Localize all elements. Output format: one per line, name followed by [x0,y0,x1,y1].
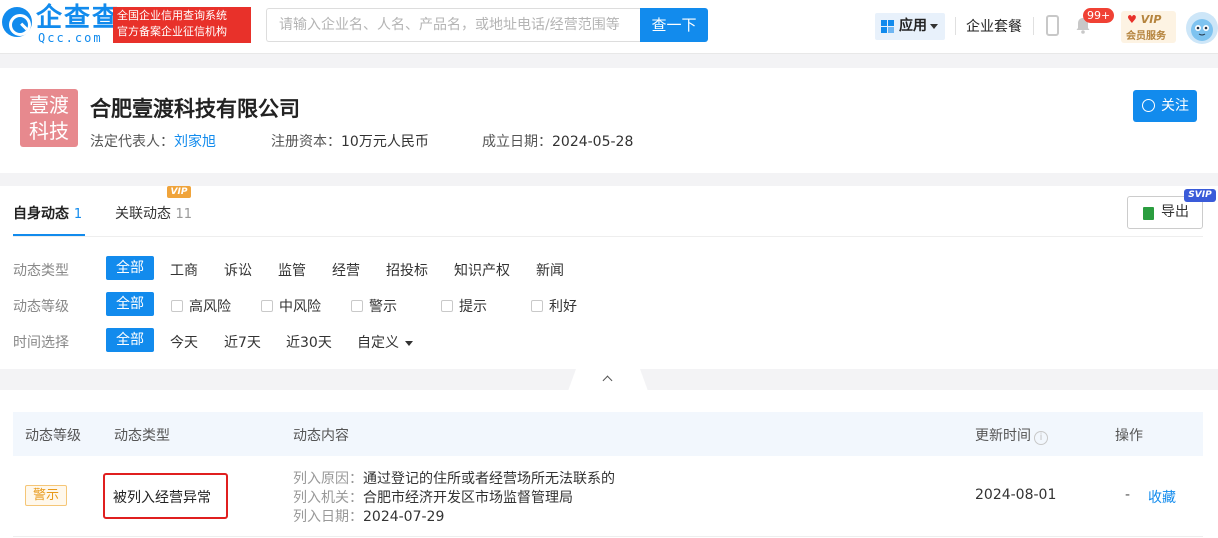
top-nav: 企查查 Qcc.com 全国企业信用查询系统 官方备案企业征信机构 查一下 应用… [0,0,1218,54]
filter-level-option[interactable]: 警示 [351,296,397,316]
vip-label: ♥ VIP [1127,13,1162,26]
apps-grid-icon [881,20,894,33]
filter-type-option[interactable]: 工商 [170,260,198,280]
founded-date: 成立日期：2024-05-28 [482,134,634,150]
filter-time-option[interactable]: 今天 [170,332,198,352]
table-header: 动态等级 动态类型 动态内容 更新时间 i 操作 [13,412,1203,456]
updated-time: 2024-08-01 [975,487,1057,503]
content-authority: 列入机关：合肥市经济开发区市场监督管理局 [293,490,573,506]
slogan-line-1: 全国企业信用查询系统 [117,9,227,22]
checkbox[interactable] [171,300,183,312]
filter-level-option[interactable]: 高风险 [171,296,231,316]
checkbox[interactable] [261,300,273,312]
column-header-level: 动态等级 [25,428,81,444]
checkbox[interactable] [441,300,453,312]
filter-type-all[interactable]: 全部 [106,256,154,280]
registered-capital: 注册资本：10万元人民币 [271,134,429,150]
package-link[interactable]: 企业套餐 [966,16,1022,36]
nav-divider [1033,17,1034,35]
filter-level-option[interactable]: 中风险 [261,296,321,316]
logo-subtext: Qcc.com [38,31,103,45]
content-reason: 列入原因：通过登记的住所或者经营场所无法联系的 [293,471,615,487]
filter-label-type: 动态类型 [13,263,69,279]
search-input[interactable] [267,9,641,41]
follow-icon [1142,99,1155,112]
logo-text[interactable]: 企查查 [36,4,120,32]
mobile-app-icon[interactable] [1046,15,1059,36]
filter-type-option[interactable]: 监管 [278,260,306,280]
column-header-updated[interactable]: 更新时间 i [975,425,1048,445]
company-name: 合肥壹渡科技有限公司 [90,97,300,121]
filter-type-option[interactable]: 诉讼 [224,260,252,280]
filter-time-custom[interactable]: 自定义 [357,332,413,352]
filter-time-option[interactable]: 近30天 [286,332,332,352]
vip-service-button[interactable]: ♥ VIP 会员服务 [1121,11,1176,43]
notification-badge: 99+ [1083,8,1115,23]
slogan-banner: 全国企业信用查询系统 官方备案企业征信机构 [113,7,251,43]
favorite-link[interactable]: 收藏 [1148,487,1176,507]
chevron-down-icon [930,23,938,29]
tabs-divider [13,236,1203,237]
legal-rep-link[interactable]: 刘家旭 [174,134,216,150]
vip-badge: VIP [167,186,191,198]
filter-time-all[interactable]: 全部 [106,328,154,352]
apps-button[interactable]: 应用 [875,13,945,40]
apps-label: 应用 [899,18,927,34]
checkbox[interactable] [351,300,363,312]
qcc-logo-icon[interactable] [2,7,32,37]
excel-icon [1143,207,1154,220]
action-separator: - [1125,487,1131,503]
filter-type-option[interactable]: 新闻 [536,260,564,280]
company-logo: 壹渡 科技 [20,89,78,147]
content-date: 列入日期：2024-07-29 [293,509,445,525]
filter-label-time: 时间选择 [13,335,69,351]
search-box [266,8,641,42]
dynamics-table: 动态等级 动态类型 动态内容 更新时间 i 操作 警示 被列入经营异常 列入原因：… [0,390,1218,538]
filter-level-option[interactable]: 利好 [531,296,577,316]
vip-sub-label: 会员服务 [1126,31,1166,42]
legal-representative: 法定代表人：刘家旭 [90,134,216,150]
search-button[interactable]: 查一下 [640,8,708,42]
filter-level-all[interactable]: 全部 [106,292,154,316]
collapse-filters-button[interactable] [568,369,648,391]
slogan-line-2: 官方备案企业征信机构 [117,25,227,38]
tab-related-dynamics[interactable]: 关联动态 11 [115,203,192,223]
info-icon[interactable]: i [1034,431,1048,445]
checkbox[interactable] [531,300,543,312]
svip-badge: SVIP [1184,189,1216,202]
avatar[interactable] [1186,12,1218,44]
column-header-content: 动态内容 [293,428,349,444]
level-badge: 警示 [25,485,67,506]
chevron-down-icon [405,340,413,346]
follow-label: 关注 [1161,98,1189,114]
tab-self-dynamics[interactable]: 自身动态 1 [13,203,82,223]
column-header-actions: 操作 [1115,428,1143,444]
filter-type-option[interactable]: 经营 [332,260,360,280]
column-header-type: 动态类型 [114,428,170,444]
filter-label-level: 动态等级 [13,299,69,315]
company-header: 壹渡 科技 合肥壹渡科技有限公司 法定代表人：刘家旭 注册资本：10万元人民币 … [0,68,1218,173]
filter-type-option[interactable]: 招投标 [386,260,428,280]
export-label: 导出 [1161,204,1189,220]
dynamics-filter-panel: 自身动态 1 关联动态 11 VIP 导出 SVIP 动态类型 全部 工商 诉讼… [0,186,1218,369]
follow-button[interactable]: 关注 [1133,90,1197,122]
dynamic-type: 被列入经营异常 [113,490,211,506]
filter-time-option[interactable]: 近7天 [224,332,261,352]
filter-level-option[interactable]: 提示 [441,296,487,316]
nav-divider [955,17,956,35]
table-row: 警示 被列入经营异常 列入原因：通过登记的住所或者经营场所无法联系的 列入机关：… [13,456,1203,537]
filter-type-option[interactable]: 知识产权 [454,260,510,280]
